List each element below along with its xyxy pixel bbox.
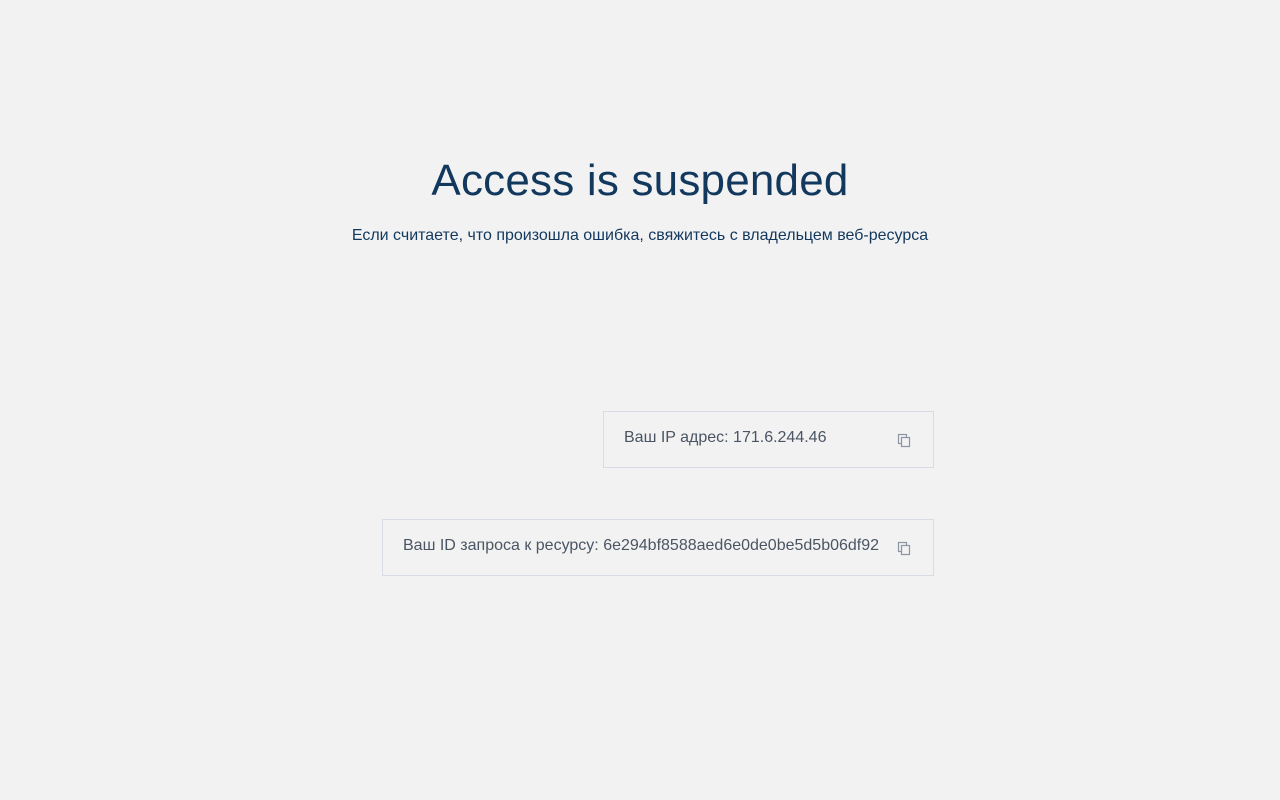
page-title: Access is suspended [431, 156, 849, 205]
page-subtitle: Если считаете, что произошла ошибка, свя… [351, 227, 929, 244]
request-id-text: Ваш ID запроса к ресурсу: 6e294bf8588aed… [403, 537, 880, 554]
access-suspended-page: Access is suspended Если считаете, что п… [0, 0, 1280, 800]
copy-icon [897, 541, 911, 555]
copy-icon [897, 433, 911, 447]
ip-address-box: Ваш IP адрес: 171.6.244.46 [603, 411, 934, 468]
copy-request-id-button[interactable] [896, 540, 912, 556]
copy-ip-button[interactable] [896, 432, 912, 448]
ip-address-text: Ваш IP адрес: 171.6.244.46 [624, 429, 827, 446]
request-id-box: Ваш ID запроса к ресурсу: 6e294bf8588aed… [382, 519, 934, 576]
